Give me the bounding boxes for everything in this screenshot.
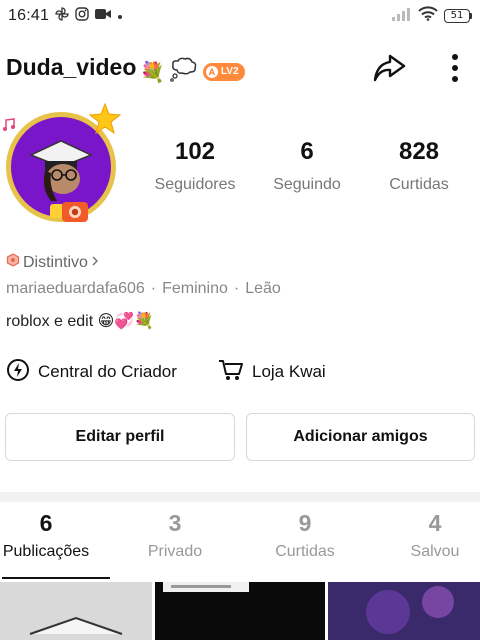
profile-bio-text: roblox e edit 😁💞💐 [6, 313, 155, 330]
info-separator: · [150, 280, 157, 297]
comment-card-thumb-icon [163, 582, 249, 592]
stat-following-value: 6 [300, 138, 314, 165]
pinwheel-icon [55, 6, 69, 26]
content-tabs: 6 Publicações 3 Privado 9 Curtidas 4 Sal… [0, 510, 480, 582]
store-link[interactable]: Loja Kwai [218, 355, 326, 389]
creator-center-label: Central do Criador [38, 362, 177, 381]
stat-likes-label: Curtidas [389, 176, 449, 193]
more-options-button[interactable] [440, 52, 470, 88]
stat-following-label: Seguindo [273, 176, 341, 193]
stat-following[interactable]: 6 Seguindo [252, 138, 362, 194]
username-decorations: 💐 A LV2 [140, 56, 245, 87]
video-camera-icon [95, 7, 112, 25]
stat-followers-value: 102 [174, 138, 216, 165]
tab-saved[interactable]: 4 Salvou [375, 510, 480, 561]
profile-gender: Feminino [162, 280, 228, 297]
level-badge[interactable]: A LV2 [202, 62, 245, 81]
profile-links: Central do Criador Loja Kwai [0, 355, 480, 389]
battery-level: 51 [444, 9, 470, 23]
distinctive-badge-link[interactable]: Distintivo [6, 253, 99, 272]
level-badge-text: LV2 [220, 66, 239, 77]
profile-header: Duda_video 💐 A LV2 [0, 48, 480, 92]
info-separator: · [233, 280, 240, 297]
status-left: 16:41 [8, 6, 123, 26]
camera-sticker-icon [50, 198, 90, 229]
tab-private-count: 3 [168, 510, 182, 536]
avatar-container[interactable] [0, 100, 132, 232]
distinctive-badge-label: Distintivo [23, 253, 88, 271]
section-divider [0, 492, 480, 502]
lightning-circle-icon [6, 358, 30, 387]
star-sticker-icon [88, 102, 122, 141]
stat-followers-label: Seguidores [154, 176, 236, 193]
add-friends-button[interactable]: Adicionar amigos [246, 413, 475, 461]
tab-liked[interactable]: 9 Curtidas [245, 510, 365, 561]
creator-center-link[interactable]: Central do Criador [6, 355, 177, 389]
tab-liked-label: Curtidas [275, 543, 335, 560]
profile-handle: mariaeduardafa606 [6, 280, 145, 297]
profile-bio: roblox e edit 😁💞💐 [6, 311, 154, 331]
instagram-icon [75, 6, 89, 26]
video-thumbnail[interactable] [328, 582, 480, 640]
stat-likes-value: 828 [398, 138, 440, 165]
username: Duda_video [6, 54, 137, 80]
store-label: Loja Kwai [252, 362, 326, 381]
graduation-cap-thumb-icon [29, 616, 123, 635]
tab-posts-count: 6 [39, 510, 53, 536]
video-thumbnail[interactable] [155, 582, 325, 640]
level-badge-icon: A [205, 65, 218, 78]
wifi-icon [418, 6, 438, 26]
edit-profile-button[interactable]: Editar perfil [5, 413, 235, 461]
status-bar: 16:41 51 [0, 0, 480, 32]
tab-saved-label: Salvou [410, 543, 460, 560]
status-right: 51 [392, 6, 472, 26]
video-grid [0, 582, 480, 640]
stat-likes[interactable]: 828 Curtidas [364, 138, 474, 194]
tab-posts[interactable]: 6 Publicações [0, 510, 106, 561]
chevron-right-icon [91, 254, 99, 272]
thought-bubble-icon [169, 56, 199, 87]
bouquet-emoji-icon: 💐 [140, 59, 165, 84]
hexagon-badge-icon [6, 253, 20, 272]
battery-icon: 51 [444, 9, 472, 23]
share-arrow-icon [372, 53, 406, 88]
dot-icon [117, 7, 123, 25]
stat-followers[interactable]: 102 Seguidores [140, 138, 250, 194]
video-thumbnail[interactable] [0, 582, 152, 640]
tab-posts-label: Publicações [2, 543, 90, 560]
tab-liked-count: 9 [298, 510, 312, 536]
status-time: 16:41 [8, 7, 50, 24]
shopping-cart-icon [218, 358, 244, 387]
more-vertical-icon [451, 53, 459, 88]
battery-tip [470, 13, 472, 19]
share-button[interactable] [370, 52, 408, 88]
music-note-icon [2, 118, 16, 137]
tab-private[interactable]: 3 Privado [115, 510, 235, 561]
signal-icon [392, 7, 412, 26]
active-tab-indicator [2, 577, 110, 579]
profile-sign: Leão [245, 280, 281, 297]
tab-saved-count: 4 [428, 510, 442, 536]
profile-stats: 102 Seguidores 6 Seguindo 828 Curtidas [140, 138, 480, 208]
tab-private-label: Privado [147, 543, 203, 560]
purple-scene-thumb-icon [366, 586, 454, 634]
profile-info-row: mariaeduardafa606 · Feminino · Leão [6, 280, 281, 298]
